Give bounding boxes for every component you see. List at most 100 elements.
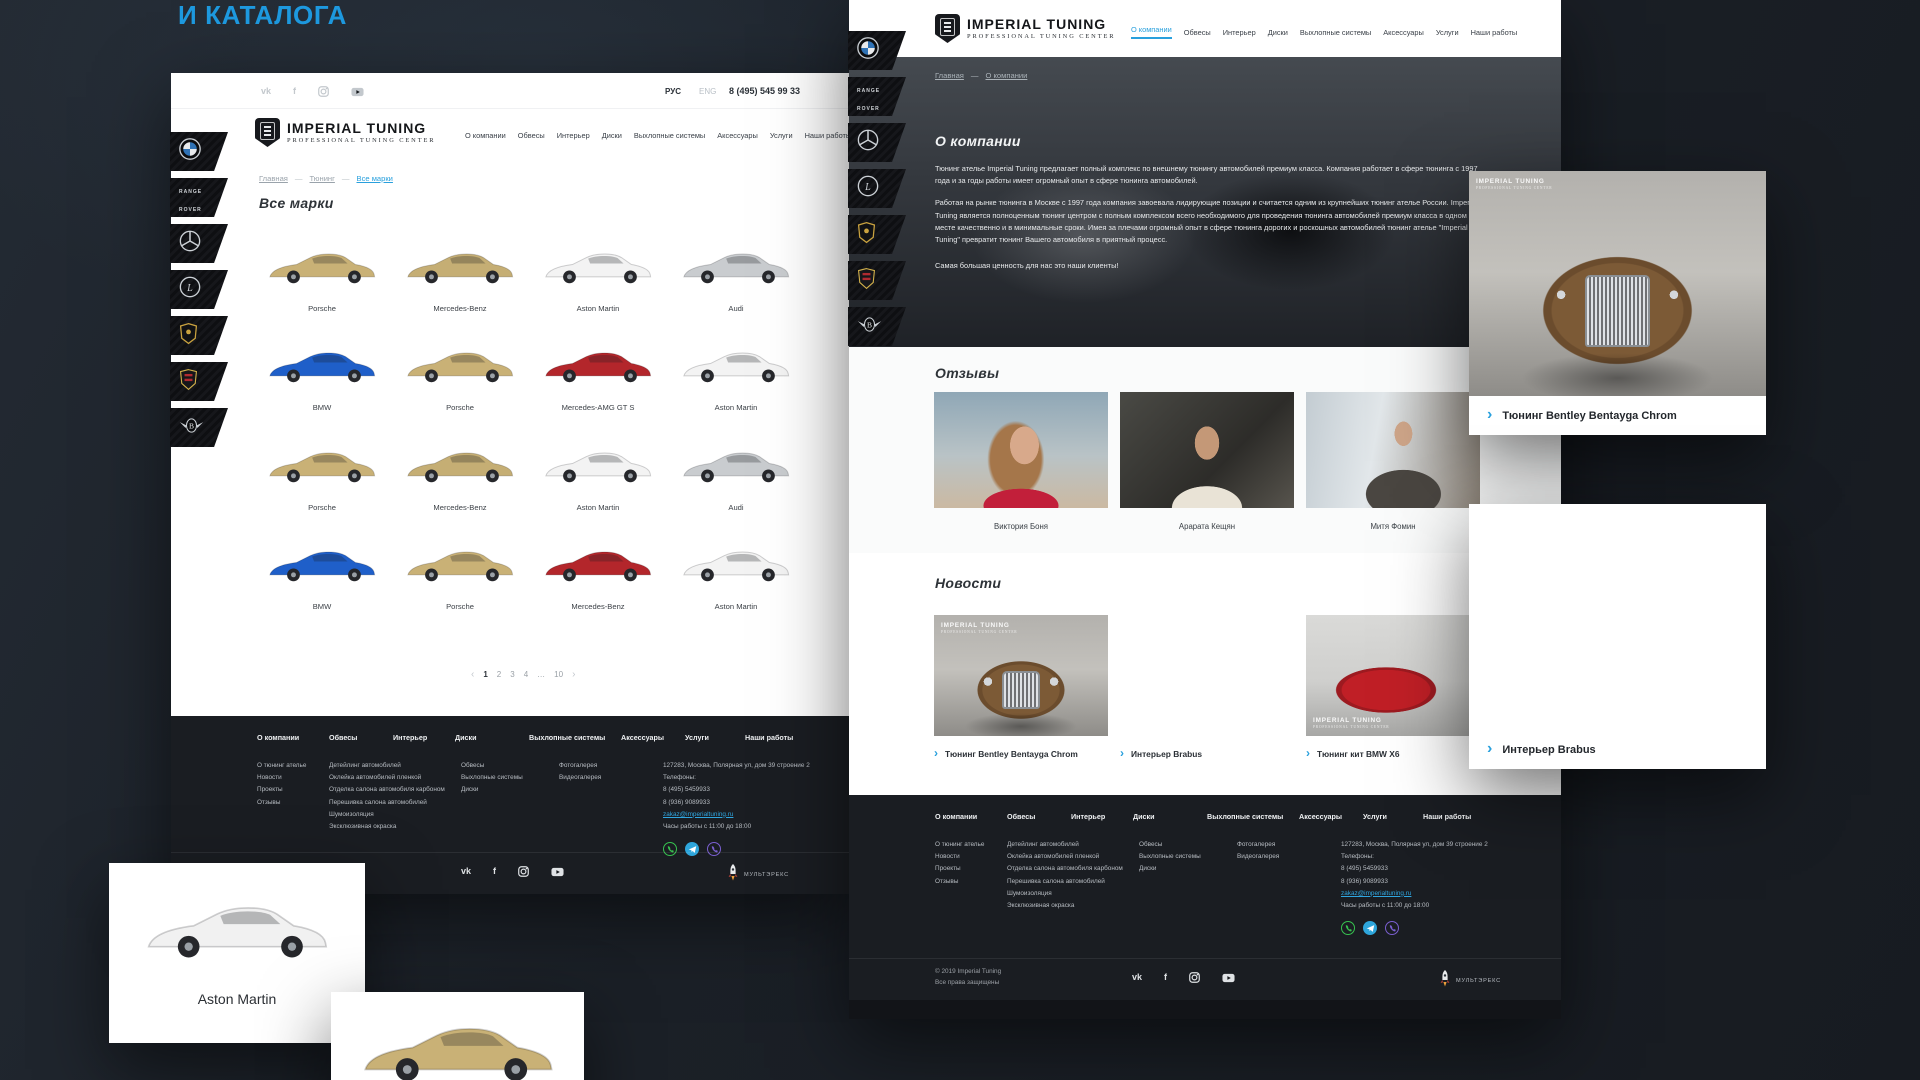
facebook-icon[interactable]: f (1164, 973, 1167, 982)
lang-eng-button[interactable]: ENG (699, 87, 716, 96)
nav-item-accessories[interactable]: Аксессуары (1383, 28, 1424, 37)
car-card[interactable]: Mercedes-AMG GT S (535, 340, 661, 413)
car-card[interactable]: Mercedes-Benz (397, 241, 523, 314)
car-card[interactable]: Aston Martin (673, 340, 799, 413)
footer-nav-works[interactable]: Наши работы (1423, 812, 1471, 821)
vk-icon[interactable]: vk (1132, 973, 1142, 982)
agency-logo[interactable]: МУЛЬТЭРЕКС (1440, 970, 1501, 992)
footer-nav-exhaust[interactable]: Выхлопные системы (529, 733, 605, 742)
footer-link[interactable]: Обвесы (1139, 839, 1201, 851)
footer-nav-wheels[interactable]: Диски (455, 733, 477, 742)
instagram-icon[interactable] (1189, 972, 1200, 983)
footer-link[interactable]: О тюнинг ателье (935, 839, 984, 851)
pagination-prev[interactable]: ‹ (471, 669, 474, 680)
nav-item-works[interactable]: Наши работы (805, 131, 852, 140)
pagination-page-4[interactable]: 4 (524, 670, 528, 679)
car-card[interactable]: Audi (673, 241, 799, 314)
sidebar-brand-lexus[interactable]: L (848, 169, 906, 208)
footer-nav-wheels[interactable]: Диски (1133, 812, 1155, 821)
nav-item-exhaust[interactable]: Выхлопные системы (1300, 28, 1371, 37)
youtube-icon[interactable] (351, 87, 364, 97)
footer-nav-exhaust[interactable]: Выхлопные системы (1207, 812, 1283, 821)
breadcrumb-home[interactable]: Главная (935, 71, 964, 80)
porsche-card[interactable] (331, 992, 584, 1080)
footer-link[interactable]: Фотогалерея (559, 760, 601, 772)
nav-item-services[interactable]: Услуги (770, 131, 793, 140)
nav-item-about[interactable]: О компании (465, 131, 506, 140)
footer-link[interactable]: Диски (461, 784, 523, 796)
nav-item-interior[interactable]: Интерьер (557, 131, 590, 140)
footer-nav-bodykits[interactable]: Обвесы (1007, 812, 1035, 821)
telegram-icon[interactable] (1363, 921, 1377, 935)
footer-link[interactable]: Отзывы (257, 797, 306, 809)
sidebar-brand-porsche[interactable] (170, 362, 228, 401)
footer-link[interactable]: Видеогалерея (559, 772, 601, 784)
sidebar-brand-range-rover[interactable]: RANGEROVER (170, 178, 228, 217)
footer-link[interactable]: Выхлопные системы (1139, 851, 1201, 863)
review-card[interactable]: Митя Фомин (1306, 392, 1480, 531)
footer-nav-interior[interactable]: Интерьер (1071, 812, 1105, 821)
lang-rus-button[interactable]: РУС (665, 87, 681, 96)
site-logo[interactable]: IMPERIAL TUNING PROFESSIONAL TUNING CENT… (935, 14, 1115, 43)
footer-nav-interior[interactable]: Интерьер (393, 733, 427, 742)
nav-item-bodykits[interactable]: Обвесы (518, 131, 545, 140)
sidebar-brand-bmw[interactable] (170, 132, 228, 171)
aston-martin-card[interactable]: Aston Martin (109, 863, 365, 1043)
pagination-page-3[interactable]: 3 (510, 670, 514, 679)
pagination-page-2[interactable]: 2 (497, 670, 501, 679)
breadcrumb-tuning[interactable]: Тюнинг (310, 174, 335, 183)
nav-item-interior[interactable]: Интерьер (1223, 28, 1256, 37)
car-card[interactable]: Porsche (397, 539, 523, 612)
footer-nav-accessories[interactable]: Аксессуары (621, 733, 664, 742)
sidebar-brand-range-rover[interactable]: RANGEROVER (848, 77, 906, 116)
footer-nav-works[interactable]: Наши работы (745, 733, 793, 742)
car-card[interactable]: BMW (259, 539, 385, 612)
facebook-icon[interactable]: f (293, 87, 296, 96)
footer-link[interactable]: Детейлинг автомобилей (1007, 839, 1123, 851)
footer-link[interactable]: Эксклюзивная окраска (329, 821, 445, 833)
sidebar-brand-lamborghini[interactable] (848, 215, 906, 254)
pagination-next[interactable]: › (572, 669, 575, 680)
footer-nav-services[interactable]: Услуги (685, 733, 709, 742)
pagination-page-10[interactable]: 10 (554, 670, 563, 679)
nav-item-exhaust[interactable]: Выхлопные системы (634, 131, 705, 140)
news-card[interactable]: IMPERIAL TUNINGPROFESSIONAL TUNING CENTE… (934, 615, 1108, 760)
sidebar-brand-bentley[interactable]: B (848, 307, 906, 346)
car-card[interactable]: Porsche (397, 340, 523, 413)
footer-link[interactable]: Обвесы (461, 760, 523, 772)
car-card[interactable]: Aston Martin (535, 440, 661, 513)
footer-link[interactable]: Проекты (935, 863, 984, 875)
site-logo[interactable]: IMPERIAL TUNING PROFESSIONAL TUNING CENT… (255, 118, 435, 147)
footer-nav-accessories[interactable]: Аксессуары (1299, 812, 1342, 821)
car-card[interactable]: Aston Martin (673, 539, 799, 612)
sidebar-brand-lexus[interactable]: L (170, 270, 228, 309)
footer-nav-about[interactable]: О компании (935, 812, 977, 821)
bentley-news-card[interactable]: IMPERIAL TUNING PROFESSIONAL TUNING CENT… (1469, 171, 1766, 435)
agency-logo[interactable]: МУЛЬТЭРЕКС (728, 864, 789, 886)
footer-link[interactable]: Отделка салона автомобиля карбоном (1007, 863, 1123, 875)
vk-icon[interactable]: vk (461, 867, 471, 876)
footer-link[interactable]: О тюнинг ателье (257, 760, 306, 772)
nav-item-accessories[interactable]: Аксессуары (717, 131, 758, 140)
footer-email-link[interactable]: zakaz@imperialtuning.ru (663, 809, 848, 821)
nav-item-bodykits[interactable]: Обвесы (1184, 28, 1211, 37)
sidebar-brand-bentley[interactable]: B (170, 408, 228, 447)
footer-link[interactable]: Шумоизоляция (329, 809, 445, 821)
footer-link[interactable]: Эксклюзивная окраска (1007, 900, 1123, 912)
sidebar-brand-lamborghini[interactable] (170, 316, 228, 355)
footer-email-link[interactable]: zakaz@imperialtuning.ru (1341, 888, 1526, 900)
nav-item-works[interactable]: Наши работы (1471, 28, 1518, 37)
footer-link[interactable]: Выхлопные системы (461, 772, 523, 784)
sidebar-brand-mercedes-benz[interactable] (848, 123, 906, 162)
footer-link[interactable]: Отзывы (935, 876, 984, 888)
nav-item-about[interactable]: О компании (1131, 25, 1172, 39)
footer-link[interactable]: Диски (1139, 863, 1201, 875)
footer-link[interactable]: Шумоизоляция (1007, 888, 1123, 900)
car-card[interactable]: Mercedes-Benz (397, 440, 523, 513)
car-card[interactable]: Aston Martin (535, 241, 661, 314)
brabus-news-card[interactable]: IMPERIAL TUNING PROFESSIONAL TUNING CENT… (1469, 504, 1766, 769)
footer-link[interactable]: Оклейка автомобилей пленкой (1007, 851, 1123, 863)
footer-link[interactable]: Перешивка салона автомобилей (329, 797, 445, 809)
nav-item-wheels[interactable]: Диски (602, 131, 622, 140)
sidebar-brand-porsche[interactable] (848, 261, 906, 300)
